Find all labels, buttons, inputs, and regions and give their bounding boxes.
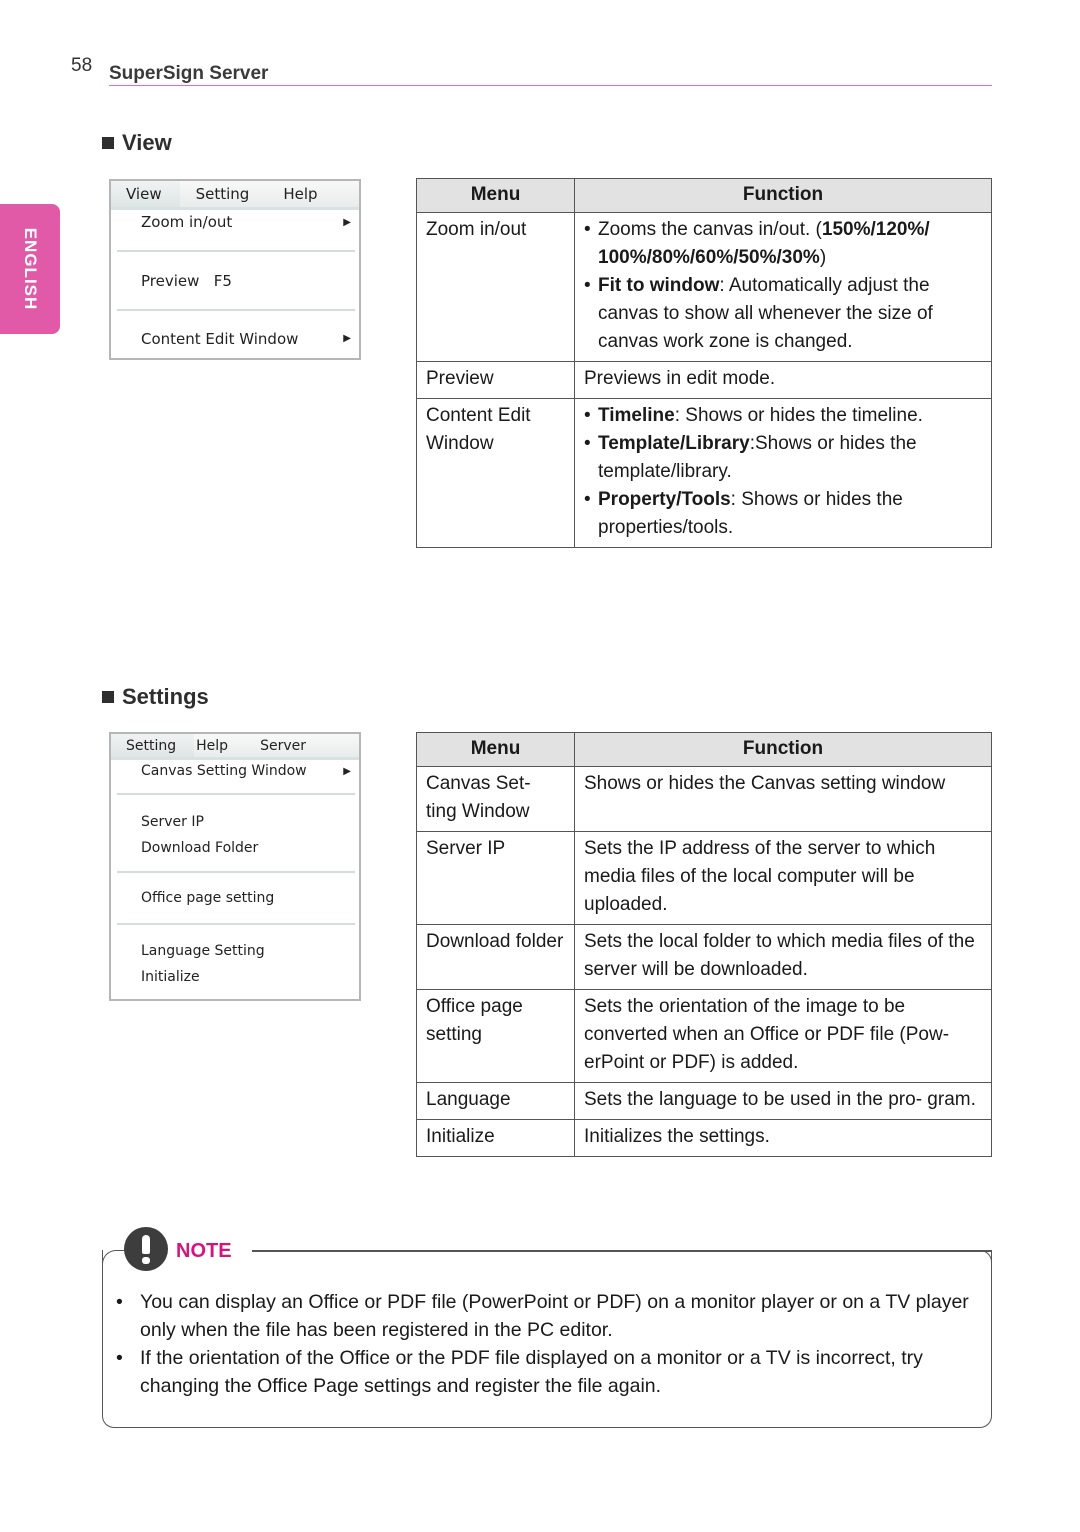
bold-text: Property/Tools [598, 489, 731, 510]
bold-text: Template/Library [598, 433, 750, 454]
menu-item-label: Initialize [141, 969, 200, 985]
menu-item-zoom[interactable]: Zoom in/out ▶ [111, 207, 359, 237]
menubar-item-help[interactable]: Help [249, 181, 317, 207]
menu-item-preview[interactable]: Preview F5 [111, 252, 359, 309]
menu-item-label: Language Setting [141, 943, 265, 959]
table-row: Preview Previews in edit mode. [416, 361, 992, 399]
settings-function-table: Menu Function Canvas Set- ting Window Sh… [416, 732, 992, 1157]
note-text: You can display an Office or PDF file (P… [140, 1291, 969, 1341]
table-row: Zoom in/out • Zooms the canvas in/out. (1… [416, 212, 992, 362]
menu-bar: View Setting Help [111, 181, 359, 210]
table-row: Office page setting Sets the orientation… [416, 989, 992, 1083]
square-bullet-icon [102, 691, 114, 703]
menu-item-label: Download Folder [141, 840, 259, 856]
table-row: Content Edit Window • Timeline: Shows or … [416, 398, 992, 548]
table-header-row: Menu Function [416, 178, 992, 213]
menu-bar: Setting Help Server [111, 734, 359, 760]
column-header-menu: Menu [416, 732, 575, 767]
function-cell: Sets the IP address of the server to whi… [574, 831, 992, 925]
menu-item-initialize[interactable]: Initialize [111, 964, 359, 990]
menu-cell: Download folder [416, 924, 575, 990]
settings-heading-text: Settings [122, 684, 209, 709]
bullet-item: • Template/Library:Shows or hides the tem… [584, 433, 917, 482]
menu-cell: Office page setting [416, 989, 575, 1083]
table-row: Server IP Sets the IP address of the ser… [416, 831, 992, 925]
menubar-item-setting[interactable]: Setting [111, 734, 195, 757]
menu-item-server-ip[interactable]: Server IP [111, 809, 359, 835]
menu-item-language-setting[interactable]: Language Setting [111, 938, 359, 964]
menu-cell: Canvas Set- ting Window [416, 766, 575, 832]
menu-cell: Preview [416, 361, 575, 399]
menu-cell: Content Edit Window [416, 398, 575, 548]
language-tab: ENGLISH [0, 204, 60, 334]
menubar-item-help[interactable]: Help [194, 734, 228, 757]
settings-heading: Settings [102, 684, 209, 710]
text: : Shows or hides the timeline. [674, 405, 923, 426]
menu-item-office-page-setting[interactable]: Office page setting [111, 873, 359, 923]
function-cell: Sets the local folder to which media fil… [574, 924, 992, 990]
running-header: SuperSign Server [109, 63, 269, 84]
menu-item-canvas-setting-window[interactable]: Canvas Setting Window ▶ [111, 758, 359, 784]
submenu-arrow-icon: ▶ [343, 765, 351, 777]
view-heading: View [102, 130, 172, 156]
language-tab-label: ENGLISH [21, 227, 40, 311]
menu-item-content-edit-window[interactable]: Content Edit Window ▶ [111, 311, 359, 363]
menu-item-download-folder[interactable]: Download Folder [111, 835, 359, 861]
menubar-item-setting[interactable]: Setting [180, 181, 250, 207]
menubar-item-view[interactable]: View [111, 181, 180, 207]
bullet-item: • Property/Tools: Shows or hides the prop… [584, 489, 903, 538]
settings-menu-screenshot: Setting Help Server Canvas Setting Windo… [109, 732, 361, 1001]
note-rule [252, 1250, 992, 1252]
text: ) [819, 247, 827, 268]
bold-text: Timeline [598, 405, 675, 426]
note-text: If the orientation of the Office or the … [140, 1347, 923, 1397]
column-header-function: Function [574, 178, 992, 213]
menu-item-label: Canvas Setting Window [141, 763, 307, 779]
view-heading-text: View [122, 130, 172, 155]
note-label: NOTE [176, 1240, 232, 1262]
function-cell: Sets the orientation of the image to be … [574, 989, 992, 1083]
menu-item-label: Preview F5 [141, 271, 232, 290]
view-menu-screenshot: View Setting Help Zoom in/out ▶ Preview … [109, 179, 361, 360]
function-cell: Previews in edit mode. [574, 361, 992, 399]
table-row: Initialize Initializes the settings. [416, 1119, 992, 1157]
bold-text: Fit to window [598, 275, 720, 296]
note-item: • If the orientation of the Office or the… [116, 1344, 976, 1400]
menu-item-label: Zoom in/out [141, 213, 233, 231]
table-row: Canvas Set- ting Window Shows or hides t… [416, 766, 992, 832]
function-cell: Sets the language to be used in the pro-… [574, 1082, 992, 1120]
exclamation-icon [124, 1227, 168, 1271]
menubar-item-server[interactable]: Server [228, 734, 306, 757]
function-cell: • Timeline: Shows or hides the timeline. … [574, 398, 992, 548]
menu-cell: Language [416, 1082, 575, 1120]
menu-cell: Server IP [416, 831, 575, 925]
menu-item-label: Office page setting [141, 890, 275, 906]
note-item: • You can display an Office or PDF file (… [116, 1288, 976, 1344]
bullet-item: • Fit to window: Automatically adjust the… [584, 275, 933, 352]
square-bullet-icon [102, 137, 114, 149]
submenu-arrow-icon: ▶ [343, 333, 351, 344]
function-cell: Initializes the settings. [574, 1119, 992, 1157]
table-header-row: Menu Function [416, 732, 992, 767]
submenu-arrow-icon: ▶ [343, 216, 351, 228]
column-header-menu: Menu [416, 178, 575, 213]
table-row: Download folder Sets the local folder to… [416, 924, 992, 990]
function-cell: • Zooms the canvas in/out. (150%/120%/ 10… [574, 212, 992, 362]
function-cell: Shows or hides the Canvas setting window [574, 766, 992, 832]
menu-cell: Initialize [416, 1119, 575, 1157]
menu-item-label: Content Edit Window [141, 330, 299, 348]
page-number: 58 [71, 55, 93, 76]
bullet-item: • Zooms the canvas in/out. (150%/120%/ 10… [584, 219, 930, 268]
menu-item-label: Server IP [141, 814, 204, 830]
view-function-table: Menu Function Zoom in/out • Zooms the can… [416, 178, 992, 548]
table-row: Language Sets the language to be used in… [416, 1082, 992, 1120]
bullet-item: • Timeline: Shows or hides the timeline. [584, 405, 923, 426]
menu-cell: Zoom in/out [416, 212, 575, 362]
header-rule [109, 85, 992, 86]
note-list: • You can display an Office or PDF file (… [116, 1288, 976, 1400]
column-header-function: Function [574, 732, 992, 767]
text: Zooms the canvas in/out. ( [598, 219, 822, 240]
